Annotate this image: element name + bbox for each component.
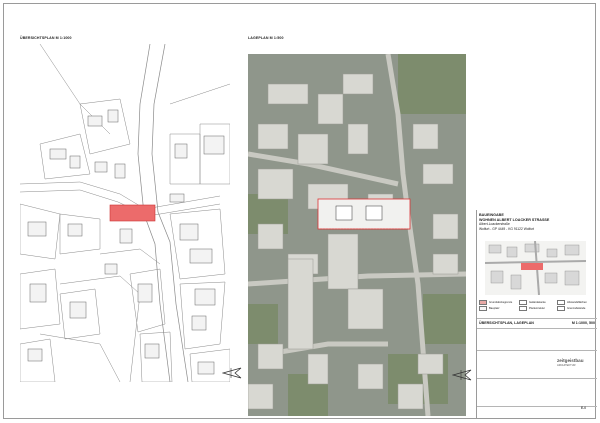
site-north-arrow-icon	[452, 369, 472, 381]
legend-item: Plankorrektur	[519, 306, 545, 311]
plan-title-row: ÜBERSICHTSPLAN, LAGEPLAN M 1:1000, 500	[479, 321, 595, 325]
divider	[477, 406, 597, 407]
title-block: BAUEINGABE WOHNEN ALBERT LOACKER STRASSE…	[476, 210, 597, 419]
plan-number: E-0	[581, 406, 586, 410]
project-parcel: Wolfurt - GP 4449 - KG 91122 Wolfurt	[479, 226, 535, 231]
divider	[477, 350, 597, 351]
overview-title: ÜBERSICHTSPLAN M 1:1000	[20, 36, 72, 40]
divider	[477, 378, 597, 379]
legend-item: Geländekante	[519, 300, 546, 305]
plan-sheet: ÜBERSICHTSPLAN M 1:1000 LAGEPLAN M 1:500…	[0, 0, 600, 423]
project-header: BAUEINGABE WOHNEN ALBERT LOACKER STRASSE…	[479, 210, 595, 240]
site-title: LAGEPLAN M 1:500	[248, 36, 284, 40]
plan-title: ÜBERSICHTSPLAN, LAGEPLAN	[479, 321, 534, 325]
legend-item: Grenzabstände	[557, 306, 585, 311]
legend: Grundstücksgrenze Bauplatz Geländekante …	[479, 299, 595, 315]
plan-scale: M 1:1000, 500	[571, 321, 595, 325]
project-site-outline	[317, 198, 411, 230]
north-arrow-icon	[222, 367, 242, 379]
site-parcel-highlight	[109, 204, 156, 222]
divider	[477, 318, 597, 319]
legend-item: Grundstücksgrenze	[479, 300, 512, 305]
legend-item: Bauplatz	[479, 306, 499, 311]
site-plan-aerial	[248, 54, 466, 416]
architect-logo: zeitgeistbau ARCHITEKTUR	[557, 358, 584, 367]
legend-item: Abstandsflächen	[557, 300, 587, 305]
site-thumbnail	[485, 241, 586, 295]
overview-plan	[20, 44, 230, 382]
divider	[477, 328, 597, 329]
